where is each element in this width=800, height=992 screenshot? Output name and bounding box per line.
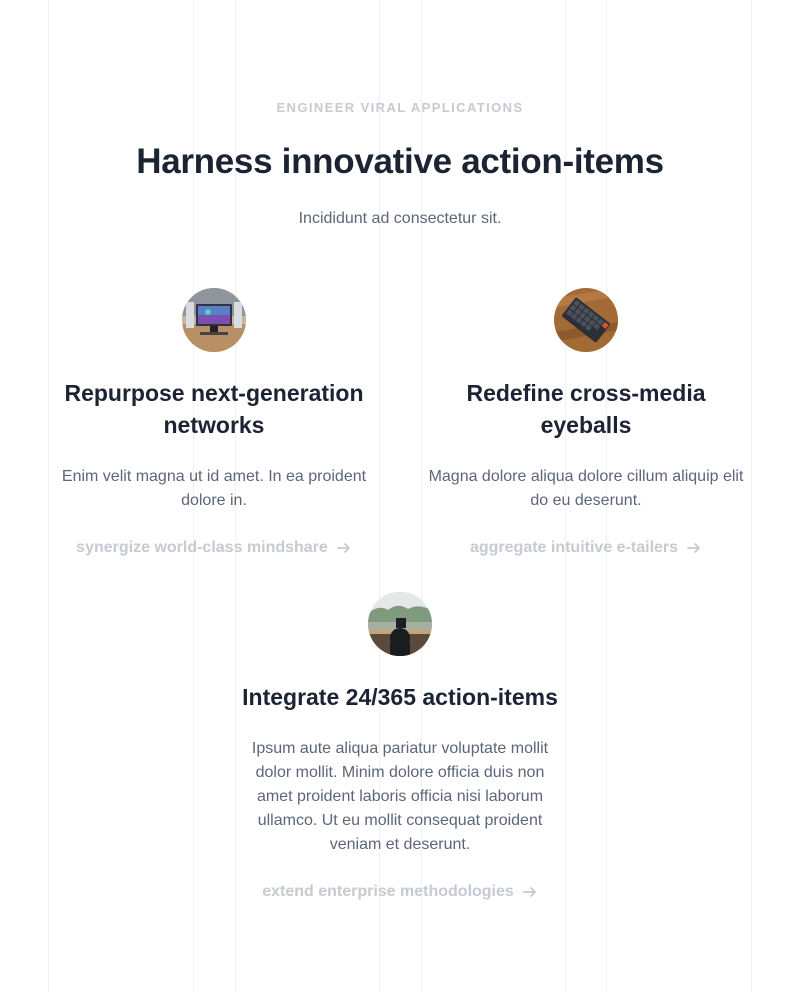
feature-description-line: Magna dolore aliqua dolore cillum aliqui… <box>428 468 744 485</box>
feature-image-desk-monitor <box>182 288 246 352</box>
feature-description-line: ullamco. Ut eu mollit consequat proident <box>257 812 543 829</box>
features-section: ENGINEER VIRAL APPLICATIONS Harness inno… <box>0 0 800 992</box>
feature-card: Redefine cross-media eyeballs Magna dolo… <box>422 288 750 557</box>
feature-image-workspace-view <box>368 592 432 656</box>
feature-title-line: Redefine cross-media <box>466 380 706 406</box>
feature-link[interactable]: synergize world-class mindshare <box>76 539 352 557</box>
section-eyebrow: ENGINEER VIRAL APPLICATIONS <box>276 100 524 115</box>
feature-image-keyboard <box>554 288 618 352</box>
feature-card: Repurpose next-generation networks Enim … <box>50 288 378 557</box>
feature-title-line: networks <box>163 412 265 438</box>
feature-title-line: eyeballs <box>540 412 632 438</box>
feature-description-line: dolore in. <box>181 492 247 509</box>
feature-description: Ipsum aute aliqua pariatur voluptate mol… <box>236 737 564 857</box>
arrow-right-icon <box>522 887 536 897</box>
section-headline: Harness innovative action-items <box>136 142 664 181</box>
feature-title-line: Repurpose next-generation <box>64 380 364 406</box>
feature-description-line: dolor mollit. Minim dolore officia duis … <box>255 764 545 781</box>
feature-description-line: veniam et deserunt. <box>329 836 471 853</box>
feature-description-line: do eu deserunt. <box>530 492 642 509</box>
feature-description-line: amet proident laboris officia nisi labor… <box>256 788 544 805</box>
feature-link-label: synergize world-class mindshare <box>76 539 328 556</box>
feature-link-label: aggregate intuitive e-tailers <box>469 539 679 556</box>
arrow-right-icon <box>336 543 350 553</box>
section-subhead: Incididunt ad consectetur sit. <box>298 210 502 227</box>
feature-description: Magna dolore aliqua dolore cillum aliqui… <box>422 465 750 513</box>
feature-title: Redefine cross-media eyeballs <box>422 377 750 441</box>
feature-title: Repurpose next-generation networks <box>50 377 378 441</box>
feature-link[interactable]: aggregate intuitive e-tailers <box>470 539 702 557</box>
feature-link-label: extend enterprise methodologies <box>262 883 514 900</box>
feature-description-line: Enim velit magna ut id amet. In ea proid… <box>61 468 367 485</box>
feature-card: Integrate 24/365 action-items Ipsum aute… <box>236 592 564 901</box>
feature-description: Enim velit magna ut id amet. In ea proid… <box>50 465 378 513</box>
feature-link[interactable]: extend enterprise methodologies <box>262 883 538 901</box>
feature-description-line: Ipsum aute aliqua pariatur voluptate mol… <box>251 740 549 757</box>
feature-title: Integrate 24/365 action-items <box>242 684 558 710</box>
arrow-right-icon <box>687 543 700 553</box>
